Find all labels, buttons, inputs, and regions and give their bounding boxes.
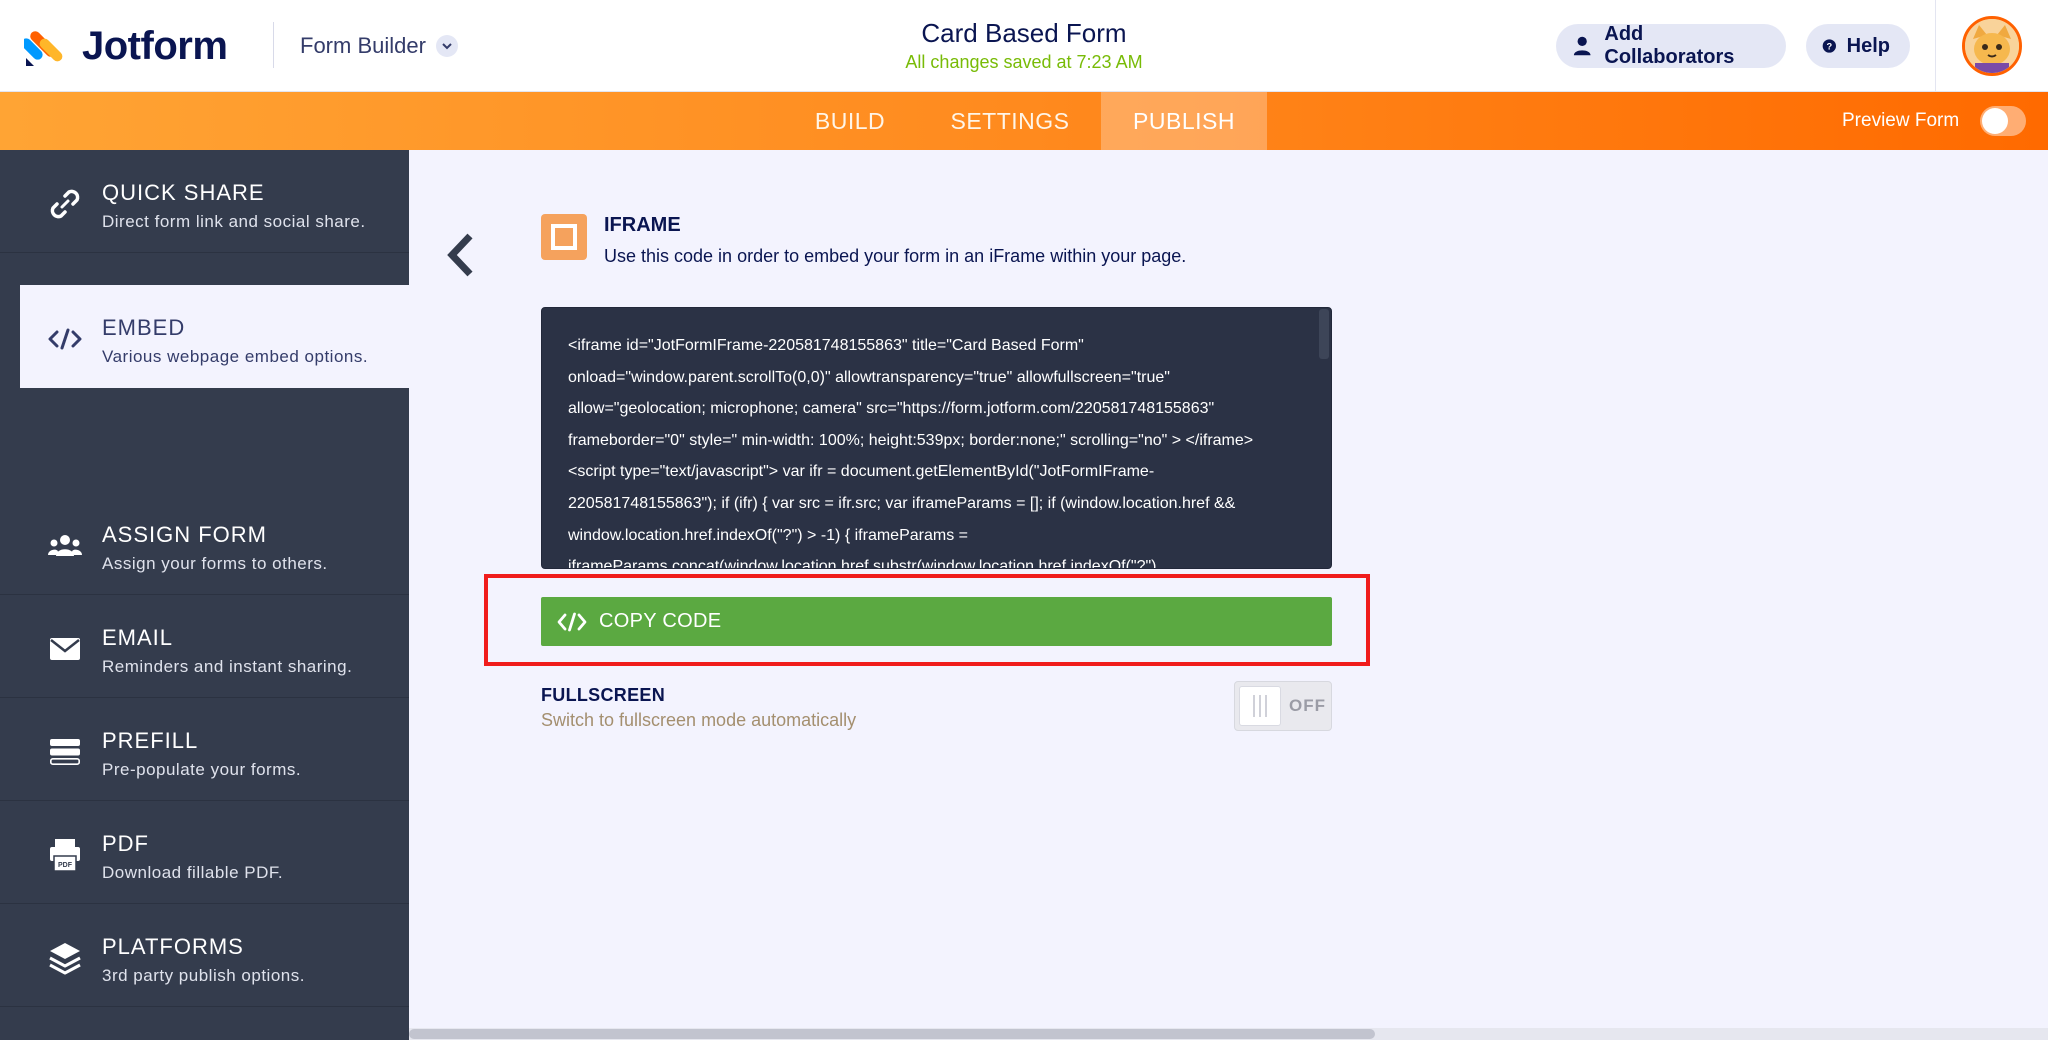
copy-code-button[interactable]: COPY CODE (541, 597, 1332, 646)
sidebar-item-assign-form[interactable]: ASSIGN FORM Assign your forms to others. (0, 492, 409, 595)
help-label: Help (1846, 34, 1890, 57)
help-icon: ? (1822, 39, 1836, 53)
sidebar-item-subtitle: Download fillable PDF. (102, 863, 284, 882)
sidebar-item-prefill[interactable]: PREFILL Pre-populate your forms. (0, 698, 409, 801)
fullscreen-description: Switch to fullscreen mode automatically (541, 710, 857, 730)
section-title: IFRAME (604, 214, 681, 236)
horizontal-scrollbar-thumb[interactable] (409, 1029, 1375, 1039)
code-icon (45, 319, 85, 359)
app-header: Jotform Form Builder Card Based Form All… (0, 0, 2048, 92)
user-icon (1573, 36, 1591, 56)
form-title[interactable]: Card Based Form (824, 16, 1224, 50)
sidebar-item-title: PLATFORMS (102, 934, 244, 959)
copy-code-label: COPY CODE (599, 610, 722, 632)
jotform-logo-icon (24, 31, 63, 66)
sidebar-item-platforms[interactable]: PLATFORMS 3rd party publish options. (0, 904, 409, 1007)
logo-text: Jotform (82, 23, 228, 68)
toggle-grip-icon (1239, 686, 1281, 726)
sidebar-item-pdf[interactable]: PDF PDF Download fillable PDF. (0, 801, 409, 904)
add-collaborators-label: Add Collaborators (1604, 23, 1735, 68)
save-status: All changes saved at 7:23 AM (905, 52, 1143, 72)
layers-icon (45, 938, 85, 978)
envelope-icon (45, 629, 85, 669)
header-divider-right (1935, 0, 1936, 92)
iframe-icon (541, 214, 587, 260)
form-title-block: Card Based Form All changes saved at 7:2… (824, 16, 1224, 74)
add-collaborators-button[interactable]: Add Collaborators (1556, 23, 1786, 68)
prefill-icon (45, 732, 85, 772)
preview-toggle-knob (1982, 108, 2008, 134)
link-icon (45, 184, 85, 224)
sidebar-item-title: EMAIL (102, 625, 174, 650)
sidebar-item-email[interactable]: EMAIL Reminders and instant sharing. (0, 595, 409, 698)
sidebar-item-subtitle: Direct form link and social share. (102, 212, 366, 231)
publish-sidebar: QUICK SHARE Direct form link and social … (0, 150, 409, 1040)
chevron-down-icon (435, 35, 458, 57)
pdf-icon: PDF (45, 835, 85, 875)
sidebar-item-subtitle: Various webpage embed options. (102, 347, 369, 366)
tab-publish[interactable]: PUBLISH (1101, 92, 1267, 150)
code-scrollbar[interactable] (1319, 309, 1329, 359)
header-divider (273, 22, 274, 68)
avatar-image (1965, 19, 2019, 73)
sidebar-item-embed[interactable]: EMBED Various webpage embed options. (20, 285, 409, 388)
form-builder-dropdown[interactable]: Form Builder (300, 30, 458, 62)
sidebar-item-title: PREFILL (102, 728, 199, 753)
fullscreen-toggle[interactable]: OFF (1234, 681, 1332, 731)
fullscreen-title: FULLSCREEN (541, 685, 665, 705)
preview-form-label: Preview Form (1842, 110, 1960, 131)
preview-form-toggle[interactable] (1980, 106, 2026, 136)
tab-build[interactable]: BUILD (800, 92, 900, 150)
sidebar-item-subtitle: Reminders and instant sharing. (102, 657, 353, 676)
sidebar-item-title: QUICK SHARE (102, 180, 265, 205)
help-button[interactable]: ? Help (1806, 24, 1910, 68)
form-builder-label: Form Builder (300, 33, 426, 58)
sidebar-item-title: EMBED (102, 315, 186, 340)
embed-code-text: <iframe id="JotFormIFrame-22058174815586… (568, 337, 1254, 569)
tab-settings[interactable]: SETTINGS (940, 92, 1080, 150)
svg-text:?: ? (1826, 41, 1832, 51)
sidebar-item-subtitle: 3rd party publish options. (102, 966, 305, 985)
fullscreen-toggle-state: OFF (1289, 696, 1326, 715)
sidebar-item-title: PDF (102, 831, 149, 856)
sidebar-item-quick-share[interactable]: QUICK SHARE Direct form link and social … (0, 150, 409, 253)
embed-code-box[interactable]: <iframe id="JotFormIFrame-22058174815586… (541, 307, 1332, 569)
back-button[interactable] (440, 228, 480, 282)
sidebar-item-title: ASSIGN FORM (102, 522, 268, 547)
jotform-logo[interactable]: Jotform (24, 23, 228, 68)
users-icon (45, 526, 85, 566)
sidebar-item-subtitle: Pre-populate your forms. (102, 760, 302, 779)
sidebar-item-subtitle: Assign your forms to others. (102, 554, 328, 573)
avatar[interactable] (1962, 16, 2022, 76)
svg-text:PDF: PDF (58, 862, 73, 869)
code-icon (557, 612, 587, 631)
section-description: Use this code in order to embed your for… (604, 246, 1187, 266)
publish-navbar: BUILD SETTINGS PUBLISH Preview Form (0, 92, 2048, 150)
chevron-left-icon (447, 233, 473, 277)
